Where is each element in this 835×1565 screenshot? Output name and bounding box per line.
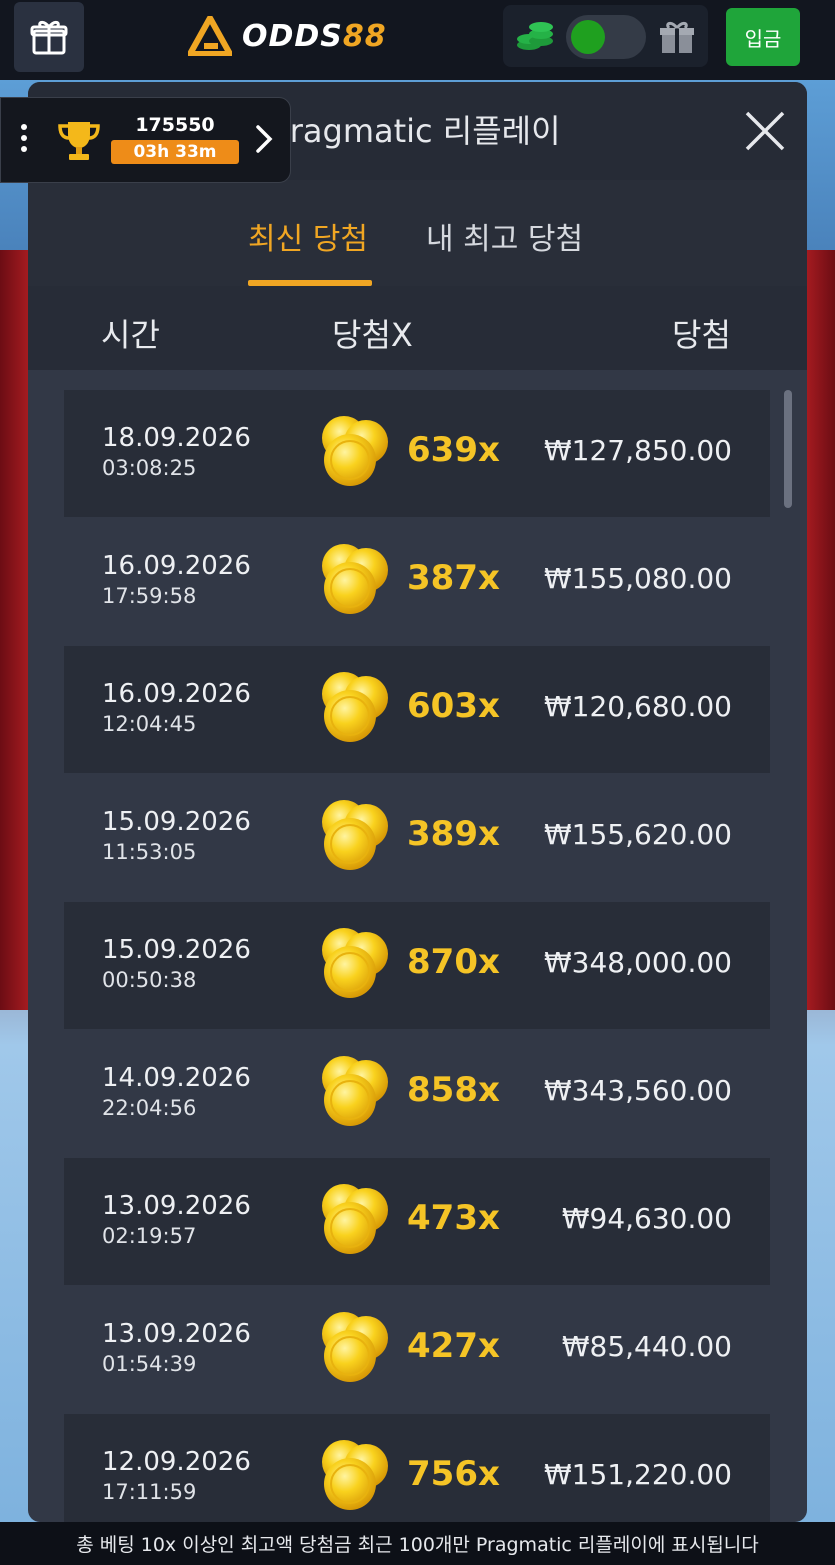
row-win-amount: ₩155,620.00 bbox=[543, 818, 732, 851]
row-win-amount: ₩85,440.00 bbox=[561, 1330, 732, 1363]
toggle-knob bbox=[571, 20, 605, 54]
logo-text: ODDS88 bbox=[242, 18, 387, 54]
table-row[interactable]: 16.09.2026 12:04:45 603x ₩120,680.00 bbox=[64, 646, 770, 773]
game-reel-frame-right bbox=[807, 250, 835, 1010]
row-date: 15.09.2026 bbox=[102, 807, 251, 837]
row-time: 03:08:25 bbox=[102, 456, 197, 480]
row-multiplier: 639x bbox=[407, 430, 500, 470]
row-win-amount: ₩348,000.00 bbox=[543, 946, 732, 979]
row-win-amount: ₩151,220.00 bbox=[543, 1458, 732, 1491]
row-date: 16.09.2026 bbox=[102, 551, 251, 581]
row-time: 12:04:45 bbox=[102, 712, 197, 736]
row-multiplier: 387x bbox=[407, 558, 500, 598]
row-date: 14.09.2026 bbox=[102, 1063, 251, 1093]
table-row[interactable]: 16.09.2026 17:59:58 387x ₩155,080.00 bbox=[64, 518, 770, 645]
table-row[interactable]: 13.09.2026 02:19:57 473x ₩94,630.00 bbox=[64, 1158, 770, 1285]
gold-coins-icon bbox=[322, 1184, 388, 1254]
row-time: 11:53:05 bbox=[102, 840, 197, 864]
column-header-win: 당첨 bbox=[672, 316, 731, 354]
gift-icon[interactable] bbox=[658, 19, 696, 55]
row-multiplier: 756x bbox=[407, 1454, 500, 1494]
gold-coins-icon bbox=[322, 544, 388, 614]
row-win-amount: ₩120,680.00 bbox=[543, 690, 732, 723]
row-date: 16.09.2026 bbox=[102, 679, 251, 709]
game-reel-frame-left bbox=[0, 250, 28, 1010]
gift-box-icon bbox=[30, 20, 68, 55]
row-multiplier: 389x bbox=[407, 814, 500, 854]
balance-controls bbox=[503, 5, 708, 67]
row-multiplier: 603x bbox=[407, 686, 500, 726]
modal-title: Pragmatic 리플레이 bbox=[271, 112, 561, 150]
trophy-icon bbox=[58, 122, 100, 160]
logo-triangle-icon bbox=[188, 16, 232, 56]
top-app-bar: ODDS88 입금 bbox=[0, 0, 835, 80]
wins-list[interactable]: 18.09.2026 03:08:25 639x ₩127,850.00 16.09.2… bbox=[28, 370, 807, 1522]
tournament-widget[interactable]: 175550 03h 33m bbox=[0, 97, 291, 183]
column-header-multiplier: 당첨X bbox=[332, 316, 413, 354]
gold-coins-icon bbox=[322, 672, 388, 742]
row-time: 22:04:56 bbox=[102, 1096, 197, 1120]
table-row[interactable]: 15.09.2026 00:50:38 870x ₩348,000.00 bbox=[64, 902, 770, 1029]
coin-stack-icon[interactable] bbox=[515, 19, 555, 53]
row-win-amount: ₩127,850.00 bbox=[543, 434, 732, 467]
row-win-amount: ₩94,630.00 bbox=[561, 1202, 732, 1235]
row-date: 15.09.2026 bbox=[102, 935, 251, 965]
row-time: 02:19:57 bbox=[102, 1224, 197, 1248]
row-time: 17:11:59 bbox=[102, 1480, 197, 1504]
row-date: 18.09.2026 bbox=[102, 423, 251, 453]
row-date: 13.09.2026 bbox=[102, 1319, 251, 1349]
balance-toggle[interactable] bbox=[566, 15, 646, 59]
row-multiplier: 870x bbox=[407, 942, 500, 982]
row-multiplier: 473x bbox=[407, 1198, 500, 1238]
chevron-right-icon[interactable] bbox=[255, 124, 273, 154]
replay-modal: Pragmatic 리플레이 최신 당첨 내 최고 당첨 시간 당첨X 당첨 1… bbox=[28, 82, 807, 1522]
table-row[interactable]: 18.09.2026 03:08:25 639x ₩127,850.00 bbox=[64, 390, 770, 517]
table-header: 시간 당첨X 당첨 bbox=[28, 286, 807, 370]
close-button[interactable] bbox=[740, 106, 790, 156]
row-time: 17:59:58 bbox=[102, 584, 197, 608]
row-multiplier: 427x bbox=[407, 1326, 500, 1366]
row-win-amount: ₩343,560.00 bbox=[543, 1074, 732, 1107]
table-row[interactable]: 13.09.2026 01:54:39 427x ₩85,440.00 bbox=[64, 1286, 770, 1413]
column-header-time: 시간 bbox=[101, 316, 160, 354]
gold-coins-icon bbox=[322, 1312, 388, 1382]
table-row[interactable]: 14.09.2026 22:04:56 858x ₩343,560.00 bbox=[64, 1030, 770, 1157]
list-scrollbar[interactable] bbox=[784, 390, 792, 508]
row-date: 12.09.2026 bbox=[102, 1447, 251, 1477]
table-row[interactable]: 12.09.2026 17:11:59 756x ₩151,220.00 bbox=[64, 1414, 770, 1522]
row-time: 01:54:39 bbox=[102, 1352, 197, 1376]
gold-coins-icon bbox=[322, 928, 388, 998]
tab-latest-wins[interactable]: 최신 당첨 bbox=[248, 214, 368, 258]
gold-coins-icon bbox=[322, 800, 388, 870]
more-options-icon[interactable] bbox=[21, 124, 27, 157]
tournament-score: 175550 bbox=[135, 114, 215, 136]
gold-coins-icon bbox=[322, 1056, 388, 1126]
odds88-logo[interactable]: ODDS88 bbox=[188, 12, 387, 60]
tournament-timer: 03h 33m bbox=[111, 140, 239, 164]
gift-menu-button[interactable] bbox=[14, 2, 84, 72]
deposit-button[interactable]: 입금 bbox=[726, 8, 800, 66]
row-date: 13.09.2026 bbox=[102, 1191, 251, 1221]
table-row[interactable]: 15.09.2026 11:53:05 389x ₩155,620.00 bbox=[64, 774, 770, 901]
gold-coins-icon bbox=[322, 416, 388, 486]
row-win-amount: ₩155,080.00 bbox=[543, 562, 732, 595]
row-time: 00:50:38 bbox=[102, 968, 197, 992]
close-icon bbox=[745, 111, 785, 151]
row-multiplier: 858x bbox=[407, 1070, 500, 1110]
tab-my-best-wins[interactable]: 내 최고 당첨 bbox=[426, 214, 583, 258]
footer-note: 총 베팅 10x 이상인 최고액 당첨금 최근 100개만 Pragmatic … bbox=[0, 1522, 835, 1565]
gold-coins-icon bbox=[322, 1440, 388, 1510]
tab-bar: 최신 당첨 내 최고 당첨 bbox=[28, 180, 807, 286]
